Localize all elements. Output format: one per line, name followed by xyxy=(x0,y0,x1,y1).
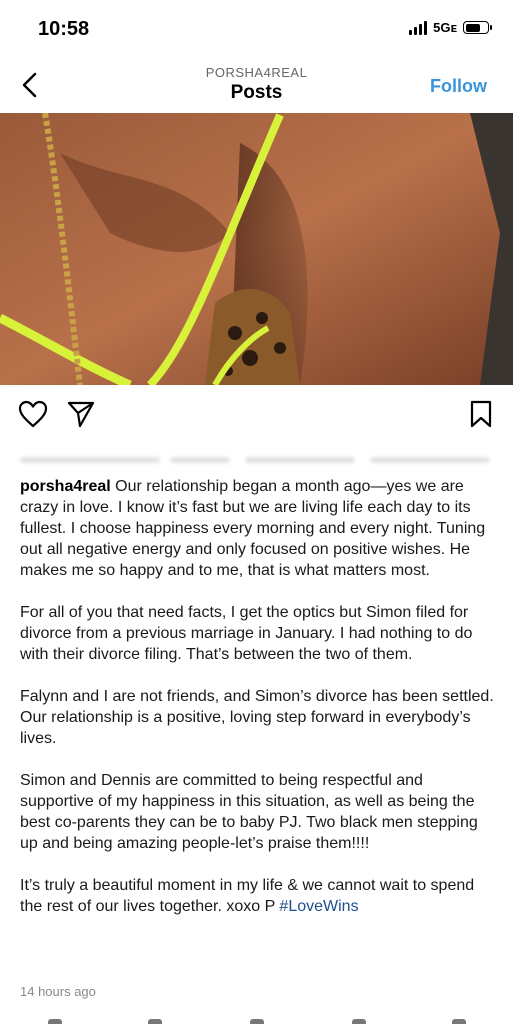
caption-paragraph: It’s truly a beautiful moment in my life… xyxy=(20,877,475,915)
paper-plane-icon xyxy=(67,401,95,428)
battery-icon xyxy=(463,21,492,34)
caption-paragraph: porsha4real Our relationship began a mon… xyxy=(20,478,486,579)
post-image[interactable] xyxy=(0,113,513,385)
post-actions xyxy=(0,395,513,437)
signal-icon xyxy=(409,20,428,35)
post-header: PORSHA4REAL Posts Follow xyxy=(0,60,513,112)
heart-icon xyxy=(18,400,48,428)
hashtag-link[interactable]: #LoveWins xyxy=(279,898,358,915)
bottom-nav-peek xyxy=(0,1014,513,1024)
post-photo-art xyxy=(0,113,513,385)
post-timestamp: 14 hours ago xyxy=(20,984,96,999)
network-type: 5Gᴇ xyxy=(433,20,457,35)
likes-summary-blurred xyxy=(20,452,490,468)
follow-button[interactable]: Follow xyxy=(430,76,487,97)
status-indicators: 5Gᴇ xyxy=(409,20,492,35)
bookmark-icon xyxy=(470,400,492,428)
caption-paragraph: Falynn and I are not friends, and Simon’… xyxy=(20,688,494,747)
like-button[interactable] xyxy=(17,399,49,434)
caption-paragraph: For all of you that need facts, I get th… xyxy=(20,604,473,663)
save-button[interactable] xyxy=(469,399,493,434)
status-time: 10:58 xyxy=(38,18,90,40)
share-button[interactable] xyxy=(66,399,96,434)
status-bar: 10:58 5Gᴇ xyxy=(0,0,513,60)
post-caption: porsha4real Our relationship began a mon… xyxy=(20,476,495,938)
caption-username[interactable]: porsha4real xyxy=(20,478,111,495)
caption-paragraph: Simon and Dennis are committed to being … xyxy=(20,772,478,852)
